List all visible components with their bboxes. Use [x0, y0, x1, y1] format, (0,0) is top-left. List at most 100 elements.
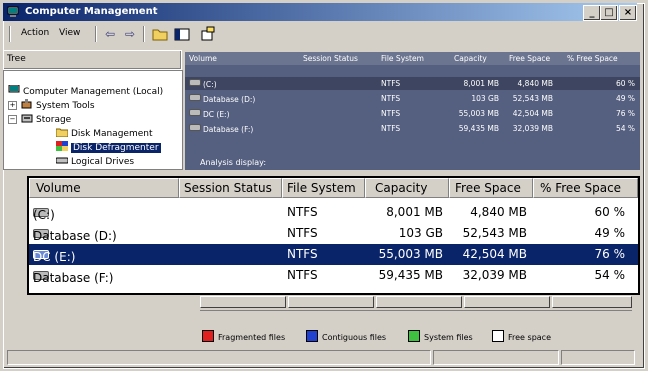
bg-cell-fs: NTFS: [381, 109, 401, 118]
minimize-button[interactable]: _: [583, 5, 601, 21]
tree-item-storage-label: Storage: [36, 115, 72, 125]
bg-col-session-status[interactable]: Session Status: [303, 54, 358, 63]
cell-free-space: 42,504 MB: [462, 247, 527, 261]
system-swatch: [408, 330, 420, 342]
tree-item-root[interactable]: Computer Management (Local): [8, 85, 163, 97]
menu-view[interactable]: View: [59, 28, 80, 38]
toolbar-grip: [9, 26, 11, 42]
bg-cell-free: 4,840 MB: [517, 79, 553, 88]
storage-icon: [21, 114, 33, 123]
status-pane-2: [433, 350, 559, 365]
window-title: Computer Management: [25, 6, 158, 17]
bg-col-volume[interactable]: Volume: [189, 54, 217, 63]
analysis-display-label: Analysis display:: [200, 158, 267, 167]
console-tree: Computer Management (Local) + System Too…: [3, 70, 183, 170]
close-button[interactable]: ×: [619, 5, 637, 21]
menu-toolbar: Action View ⇦ ⇨: [3, 23, 637, 45]
cell-capacity: 55,003 MB: [378, 247, 443, 261]
bg-cell-fs: NTFS: [381, 94, 401, 103]
col-header-session-status[interactable]: Session Status: [179, 178, 282, 198]
bg-cell-pct: 76 %: [615, 109, 635, 118]
tree-item-disk-management-label: Disk Management: [71, 129, 153, 139]
legend-contiguous: Contiguous files: [306, 330, 386, 342]
drive-icon: [56, 157, 68, 164]
table-row[interactable]: Database (D:) NTFS 103 GB 52,543 MB 49 %: [29, 223, 638, 244]
view-report-button[interactable]: [552, 296, 632, 308]
bg-cell-capacity: 103 GB: [471, 94, 499, 103]
bg-table-row[interactable]: Database (F:) NTFS 59,435 MB 32,039 MB 5…: [185, 122, 640, 135]
computer-icon: [8, 85, 20, 93]
back-arrow-icon[interactable]: ⇦: [101, 26, 119, 42]
cell-free-space: 32,039 MB: [462, 268, 527, 282]
col-header-file-system[interactable]: File System: [282, 178, 365, 198]
computer-management-icon: [7, 6, 19, 17]
legend-free: Free space: [492, 330, 551, 342]
defragment-button[interactable]: [288, 296, 374, 308]
cell-capacity: 59,435 MB: [378, 268, 443, 282]
tree-item-logical-drives-label: Logical Drives: [71, 157, 135, 167]
cell-file-system: NTFS: [287, 226, 318, 240]
bg-cell-free: 52,543 MB: [512, 94, 553, 103]
title-bar[interactable]: Computer Management _ □ ×: [3, 3, 637, 21]
bg-col-file-system[interactable]: File System: [381, 54, 424, 63]
tree-item-logical-drives[interactable]: Logical Drives: [56, 155, 134, 167]
forward-arrow-icon[interactable]: ⇨: [121, 26, 139, 42]
analyze-button[interactable]: [200, 296, 286, 308]
cell-free-space: 52,543 MB: [462, 226, 527, 240]
toolbar-separator: [95, 26, 97, 42]
properties-icon[interactable]: [199, 26, 217, 42]
stop-button[interactable]: [464, 296, 550, 308]
bg-col-pct-free[interactable]: % Free Space: [567, 54, 618, 63]
table-row-selected[interactable]: DC (E:) NTFS 55,003 MB 42,504 MB 76 %: [29, 244, 638, 265]
col-header-free-space[interactable]: Free Space: [449, 178, 533, 198]
status-bar: [7, 350, 637, 365]
fragmented-swatch: [202, 330, 214, 342]
tools-icon: [21, 99, 32, 109]
maximize-button[interactable]: □: [600, 5, 618, 21]
table-row[interactable]: Database (F:) NTFS 59,435 MB 32,039 MB 5…: [29, 265, 638, 286]
bg-cell-fs: NTFS: [381, 79, 401, 88]
bg-cell-pct: 54 %: [615, 124, 635, 133]
pause-button[interactable]: [376, 296, 462, 308]
bg-col-free-space[interactable]: Free Space: [509, 54, 550, 63]
tree-item-storage[interactable]: Storage: [21, 113, 71, 125]
tree-tab-label: Tree: [7, 54, 26, 64]
col-header-capacity[interactable]: Capacity: [365, 178, 449, 198]
bg-cell-pct: 60 %: [615, 79, 635, 88]
legend-fragmented: Fragmented files: [202, 330, 285, 342]
tree-item-system-tools[interactable]: System Tools: [21, 99, 95, 111]
tree-tab[interactable]: Tree: [3, 50, 182, 70]
drive-icon: [189, 79, 201, 86]
folder-icon: [56, 128, 68, 137]
zoomed-volume-list: Volume Session Status File System Capaci…: [27, 176, 640, 295]
menu-action[interactable]: Action: [21, 28, 49, 38]
toolbar-separator: [143, 26, 145, 42]
table-row[interactable]: (C:) NTFS 8,001 MB 4,840 MB 60 %: [29, 202, 638, 223]
background-results-pane: Volume Session Status File System Capaci…: [185, 52, 640, 170]
tree-item-root-label: Computer Management (Local): [23, 87, 164, 97]
drive-icon: [189, 109, 201, 116]
bg-table-row[interactable]: DC (E:) NTFS 55,003 MB 42,504 MB 76 %: [185, 107, 640, 120]
cell-capacity: 103 GB: [398, 226, 443, 240]
tree-item-disk-defragmenter-label: Disk Defragmenter: [71, 143, 161, 153]
drive-icon: [189, 124, 201, 131]
bg-cell-capacity: 8,001 MB: [463, 79, 499, 88]
bg-cell-capacity: 59,435 MB: [458, 124, 499, 133]
up-folder-icon[interactable]: [151, 26, 169, 42]
cell-file-system: NTFS: [287, 268, 318, 282]
col-header-volume[interactable]: Volume: [29, 178, 179, 198]
collapse-icon[interactable]: −: [8, 115, 17, 124]
expand-icon[interactable]: +: [8, 101, 17, 110]
tree-item-disk-management[interactable]: Disk Management: [56, 127, 152, 139]
show-tree-icon[interactable]: [173, 26, 191, 42]
cell-file-system: NTFS: [287, 247, 318, 261]
defragmenter-icon: [56, 141, 68, 151]
tree-item-disk-defragmenter[interactable]: Disk Defragmenter: [56, 141, 161, 153]
col-header-pct-free-space[interactable]: % Free Space: [533, 178, 638, 198]
bg-col-capacity[interactable]: Capacity: [454, 54, 487, 63]
bg-table-row[interactable]: (C:) NTFS 8,001 MB 4,840 MB 60 %: [185, 77, 640, 90]
legend-system: System files: [408, 330, 473, 342]
cell-file-system: NTFS: [287, 205, 318, 219]
bg-cell-volume: Database (F:): [189, 124, 253, 134]
bg-table-row[interactable]: Database (D:) NTFS 103 GB 52,543 MB 49 %: [185, 92, 640, 105]
